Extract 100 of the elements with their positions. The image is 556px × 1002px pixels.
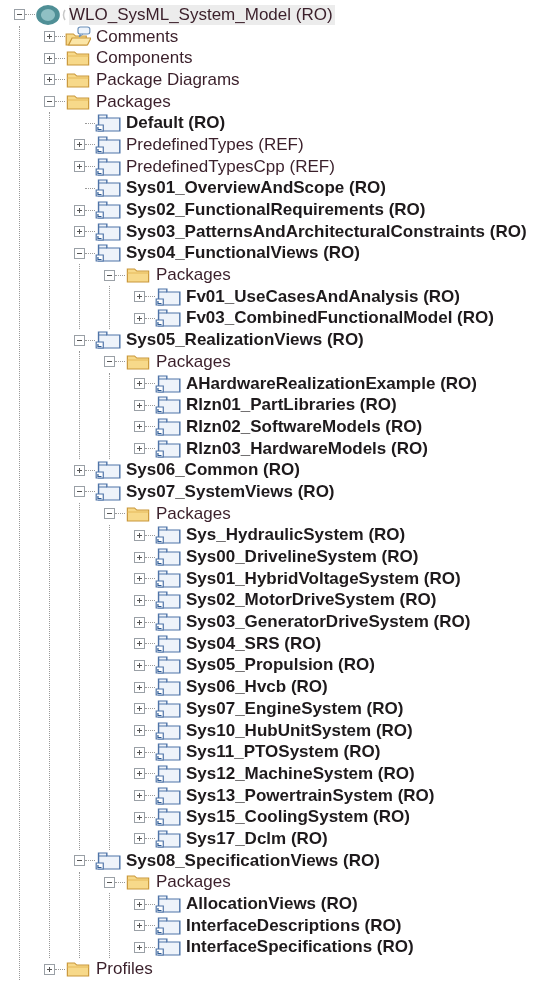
expand-toggle-icon[interactable] <box>134 811 145 823</box>
package-folder-icon <box>155 697 181 720</box>
expand-toggle-icon[interactable] <box>134 659 145 671</box>
tree-item-label[interactable]: Comments <box>91 26 181 47</box>
expand-toggle-icon[interactable] <box>44 74 55 86</box>
tree-item-label[interactable]: Sys03_GeneratorDriveSystem (RO) <box>181 612 473 633</box>
tree-item-label[interactable]: Sys11_PTOSystem (RO) <box>181 742 383 763</box>
tree-item-label[interactable]: Sys00_DrivelineSystem (RO) <box>181 547 421 568</box>
expand-toggle-icon[interactable] <box>134 703 145 715</box>
tree-item-label[interactable]: WLO_SysML_System_Model (RO) <box>69 4 335 25</box>
expand-toggle-icon[interactable] <box>74 464 85 476</box>
tree-item-label[interactable]: Packages <box>151 872 233 893</box>
collapse-toggle-icon[interactable] <box>104 356 115 368</box>
collapse-toggle-icon[interactable] <box>104 876 115 888</box>
tree-item-label[interactable]: Sys10_HubUnitSystem (RO) <box>181 720 415 741</box>
expand-toggle-icon[interactable] <box>134 551 145 563</box>
tree-item-label[interactable]: Sys17_Dclm (RO) <box>181 828 330 849</box>
tree-item-label[interactable]: Package Diagrams <box>91 69 242 90</box>
tree-item-label[interactable]: Sys02_FunctionalRequirements (RO) <box>121 200 428 221</box>
tree-item-label[interactable]: Sys04_SRS (RO) <box>181 633 324 654</box>
tree-item-label[interactable]: Sys04_FunctionalViews (RO) <box>121 243 362 264</box>
tree-item-label[interactable]: Sys_HydraulicSystem (RO) <box>181 525 408 546</box>
tree-item-label[interactable]: Profiles <box>91 959 155 980</box>
tree-item-label[interactable]: Sys06_Common (RO) <box>121 460 302 481</box>
tree-item-label[interactable]: Sys07_EngineSystem (RO) <box>181 698 406 719</box>
tree-item-label[interactable]: Sys13_PowertrainSystem (RO) <box>181 785 437 806</box>
tree-item-label[interactable]: Sys05_Propulsion (RO) <box>181 655 377 676</box>
package-folder-icon <box>95 133 121 156</box>
expand-toggle-icon[interactable] <box>44 963 55 975</box>
tree-item-label[interactable]: Packages <box>91 91 173 112</box>
tree-item-label[interactable]: Sys07_SystemViews (RO) <box>121 481 337 502</box>
package-folder-icon <box>155 437 181 460</box>
expand-toggle-icon[interactable] <box>134 594 145 606</box>
expand-toggle-icon[interactable] <box>74 204 85 216</box>
package-folder-icon <box>155 719 181 742</box>
tree-item-label[interactable]: Default (RO) <box>121 113 228 134</box>
tree-item-label[interactable]: Fv03_CombinedFunctionalModel (RO) <box>181 308 496 329</box>
expand-toggle-icon[interactable] <box>44 52 55 64</box>
tree-item-label[interactable]: Sys12_MachineSystem (RO) <box>181 763 417 784</box>
tree-item-label[interactable]: Sys01_OverviewAndScope (RO) <box>121 178 388 199</box>
expand-toggle-icon[interactable] <box>134 638 145 650</box>
package-folder-icon <box>155 546 181 569</box>
expand-toggle-icon[interactable] <box>74 139 85 151</box>
expand-toggle-icon[interactable] <box>134 421 145 433</box>
tree-item-label[interactable]: Sys15_CoolingSystem (RO) <box>181 807 412 828</box>
package-folder-icon <box>155 827 181 850</box>
expand-toggle-icon[interactable] <box>134 768 145 780</box>
tree-item-label[interactable]: AllocationViews (RO) <box>181 894 360 915</box>
collapse-toggle-icon[interactable] <box>14 9 25 21</box>
expand-toggle-icon[interactable] <box>134 725 145 737</box>
tree-item-label[interactable]: Sys08_SpecificationViews (RO) <box>121 850 382 871</box>
expand-toggle-icon[interactable] <box>134 399 145 411</box>
tree-item-label[interactable]: Components <box>91 48 195 69</box>
expand-toggle-icon[interactable] <box>134 443 145 455</box>
expand-toggle-icon[interactable] <box>134 920 145 932</box>
expand-toggle-icon[interactable] <box>134 529 145 541</box>
tree-item-label[interactable]: Rlzn03_HardwareModels (RO) <box>181 438 430 459</box>
expand-toggle-icon[interactable] <box>134 616 145 628</box>
expand-toggle-icon[interactable] <box>134 941 145 953</box>
expand-toggle-icon[interactable] <box>44 31 55 43</box>
collapse-toggle-icon[interactable] <box>74 486 85 498</box>
expand-toggle-icon[interactable] <box>134 833 145 845</box>
package-folder-icon <box>95 199 121 222</box>
expand-toggle-icon[interactable] <box>134 681 145 693</box>
package-folder-icon <box>155 567 181 590</box>
tree-item-label[interactable]: Sys01_HybridVoltageSystem (RO) <box>181 568 463 589</box>
expand-toggle-icon[interactable] <box>134 378 145 390</box>
tree-item-label[interactable]: InterfaceSpecifications (RO) <box>181 937 416 958</box>
expand-toggle-icon[interactable] <box>134 746 145 758</box>
tree-item-label[interactable]: PredefinedTypes (REF) <box>121 134 306 155</box>
expand-toggle-icon[interactable] <box>134 790 145 802</box>
tree-item-label[interactable]: Sys05_RealizationViews (RO) <box>121 330 366 351</box>
package-folder-icon <box>155 762 181 785</box>
package-folder-icon <box>95 220 121 243</box>
package-folder-icon <box>155 285 181 308</box>
expand-toggle-icon[interactable] <box>134 291 145 303</box>
tree-item-label[interactable]: Packages <box>151 265 233 286</box>
collapse-toggle-icon[interactable] <box>74 855 85 867</box>
collapse-toggle-icon[interactable] <box>74 334 85 346</box>
collapse-toggle-icon[interactable] <box>44 96 55 108</box>
expand-toggle-icon[interactable] <box>74 161 85 173</box>
tree-item-label[interactable]: AHardwareRealizationExample (RO) <box>181 373 479 394</box>
tree-item-label[interactable]: Sys06_Hvcb (RO) <box>181 677 330 698</box>
collapse-toggle-icon[interactable] <box>104 508 115 520</box>
collapse-toggle-icon[interactable] <box>74 247 85 259</box>
tree-item-label[interactable]: Rlzn01_PartLibraries (RO) <box>181 395 399 416</box>
tree-item-label[interactable]: Packages <box>151 503 233 524</box>
collapse-toggle-icon[interactable] <box>104 269 115 281</box>
package-folder-icon <box>95 177 121 200</box>
tree-item-label[interactable]: InterfaceDescriptions (RO) <box>181 915 404 936</box>
tree-item-label[interactable]: Sys03_PatternsAndArchitecturalConstraints (RO) <box>121 221 529 242</box>
expand-toggle-icon[interactable] <box>74 226 85 238</box>
tree-item-label[interactable]: PredefinedTypesCpp (REF) <box>121 156 337 177</box>
tree-item-label[interactable]: Rlzn02_SoftwareModels (RO) <box>181 416 425 437</box>
tree-item-label[interactable]: Fv01_UseCasesAndAnalysis (RO) <box>181 286 462 307</box>
tree-item-label[interactable]: Sys02_MotorDriveSystem (RO) <box>181 590 439 611</box>
tree-item-label[interactable]: Packages <box>151 351 233 372</box>
expand-toggle-icon[interactable] <box>134 898 145 910</box>
expand-toggle-icon[interactable] <box>134 312 145 324</box>
expand-toggle-icon[interactable] <box>134 573 145 585</box>
